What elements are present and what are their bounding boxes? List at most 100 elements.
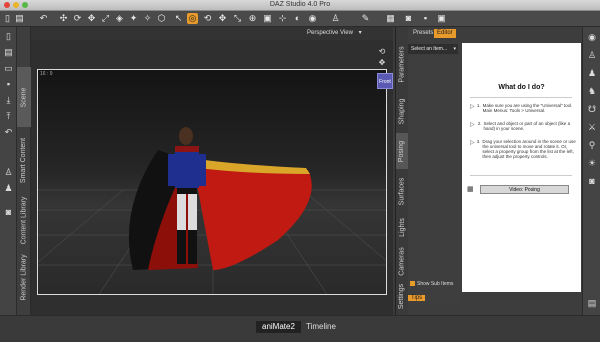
folder-icon[interactable]: ▭ (3, 63, 14, 74)
tab-shaping[interactable]: Shaping (396, 91, 408, 131)
tab-timeline[interactable]: Timeline (300, 321, 342, 333)
pose-icon[interactable]: ♟ (3, 183, 14, 194)
pose-icon[interactable]: ♟ (586, 67, 598, 79)
show-sub-items-checkbox[interactable]: Show Sub Items (410, 281, 453, 287)
tab-smart-content[interactable]: Smart Content (17, 129, 31, 191)
open-icon[interactable]: ▤ (3, 47, 14, 58)
morph-icon[interactable]: ⚲ (586, 139, 598, 151)
select-item-dropdown[interactable]: Select an Item... ▾ (408, 44, 458, 54)
viewport-nav-tools: ⟲ ✥ (377, 47, 391, 69)
property-group-list[interactable] (408, 56, 461, 304)
tips-label: Tips (408, 295, 426, 301)
undo-icon[interactable]: ↶ (38, 13, 49, 24)
zoom-icon[interactable]: ⊕ (247, 13, 258, 24)
help-step: ▷ 1. Make sure you are using the "Univer… (470, 103, 573, 113)
tab-animate2[interactable]: aniMate2 (256, 321, 301, 333)
checkbox-icon (410, 281, 415, 287)
tab-content-library[interactable]: Content Library (17, 193, 31, 247)
select-item-label: Select an Item... (411, 46, 448, 52)
aspect-ratio-label: 16 : 9 (40, 71, 53, 77)
merge-icon[interactable]: ⤓ (3, 95, 14, 106)
rotate-icon[interactable]: ⟳ (72, 13, 83, 24)
tab-parameters[interactable]: Parameters (396, 39, 408, 89)
chevron-down-icon: ▾ (358, 30, 362, 36)
run-icon[interactable]: ♞ (586, 85, 598, 97)
sphere-icon[interactable]: ◉ (586, 31, 598, 43)
render-settings-icon[interactable]: ▣ (436, 13, 447, 24)
left-tab-strip: Scene Smart Content Content Library Rend… (17, 27, 31, 315)
tab-settings[interactable]: Settings (396, 281, 408, 311)
arrow-right-icon: ▷ (470, 122, 475, 128)
divider (470, 175, 572, 176)
pan-icon[interactable]: ✥ (217, 13, 228, 24)
light-icon[interactable]: ☀ (586, 157, 598, 169)
frame-icon[interactable]: ▣ (262, 13, 273, 24)
tab-cameras[interactable]: Cameras (396, 243, 408, 279)
camera-icon[interactable]: ◙ (403, 13, 414, 24)
far-right-column: ◉ ♙ ♟ ♞ ☋ ⚔ ⚲ ☀ ◙ ▤ (582, 27, 600, 315)
sword-icon[interactable]: ⚔ (586, 121, 598, 133)
universal-tool-icon[interactable]: ✣ (58, 13, 69, 24)
active-pose-icon[interactable]: ✦ (128, 13, 139, 24)
translate-icon[interactable]: ✥ (86, 13, 97, 24)
pointer-icon[interactable]: ↖ (173, 13, 184, 24)
view-cube[interactable]: Front (377, 73, 393, 89)
tips-toggle[interactable]: Tips (408, 295, 426, 301)
tab-lights[interactable]: Lights (396, 213, 408, 241)
grid-icon[interactable]: ▦ (385, 13, 396, 24)
tab-surfaces[interactable]: Surfaces (396, 171, 408, 211)
figure-icon[interactable]: ♙ (3, 167, 14, 178)
divider (470, 97, 572, 98)
app-window: DAZ Studio 4.0 Pro ▯ ▤ ↶ ✣ ⟳ ✥ ⤢ ◈ ✦ ✧ ⬡… (0, 0, 600, 342)
arrow-right-icon: ▷ (470, 104, 475, 110)
panel-header: Presets Editor (408, 29, 583, 39)
universal-active-icon[interactable]: ◎ (187, 13, 198, 24)
dolly-icon[interactable]: ⤡ (232, 13, 243, 24)
camera-icon[interactable]: ◙ (3, 207, 14, 218)
aim-icon[interactable]: ⊹ (277, 13, 288, 24)
viewport-area: Perspective View ▾ 16 : 9 Front ⟲ ✥ (31, 27, 393, 315)
figure-icon[interactable]: ♙ (586, 49, 598, 61)
help-step: ▷ 2. Select and object or part of an obj… (470, 121, 571, 131)
tab-presets[interactable]: Presets (410, 29, 436, 38)
surface-icon[interactable]: ◐ (292, 13, 303, 24)
hair-icon[interactable]: ☋ (586, 103, 598, 115)
tab-posing[interactable]: Posing (396, 133, 408, 169)
show-sub-items-label: Show Sub Items (417, 281, 454, 287)
camera-icon[interactable]: ◙ (586, 175, 598, 187)
viewport-header: Perspective View ▾ (31, 27, 393, 40)
new-file-icon[interactable]: ▯ (3, 31, 14, 42)
paint-icon[interactable]: ✎ (360, 13, 371, 24)
orbit-icon[interactable]: ⟲ (377, 47, 387, 56)
figure-icon[interactable]: ♙ (330, 13, 341, 24)
pan-icon[interactable]: ✥ (377, 58, 387, 67)
undo-icon[interactable]: ↶ (3, 127, 14, 138)
spot-render-icon[interactable]: ◉ (307, 13, 318, 24)
render-icon[interactable]: ▪ (420, 13, 431, 24)
help-card: What do I do? ▷ 1. Make sure you are usi… (462, 43, 581, 292)
perspective-view-label: Perspective View (307, 30, 353, 36)
title-bar: DAZ Studio 4.0 Pro (0, 0, 600, 11)
geometry-icon[interactable]: ⬡ (156, 13, 167, 24)
bottom-bar: aniMate2 Timeline (0, 315, 600, 342)
perspective-view-dropdown[interactable]: Perspective View ▾ (299, 29, 387, 38)
3d-viewport[interactable]: 16 : 9 (37, 69, 387, 295)
node-select-icon[interactable]: ◈ (114, 13, 125, 24)
right-tab-strip: Parameters Shaping Posing Surfaces Light… (396, 27, 408, 315)
tab-editor[interactable]: Editor (434, 29, 456, 38)
save-icon[interactable]: ▪ (3, 79, 14, 90)
video-posing-button[interactable]: Video: Posing (480, 185, 569, 194)
chevron-down-icon: ▾ (453, 46, 456, 52)
orbit-icon[interactable]: ⟲ (202, 13, 213, 24)
scale-icon[interactable]: ⤢ (100, 13, 111, 24)
scene-render (38, 127, 386, 294)
joint-editor-icon[interactable]: ✧ (142, 13, 153, 24)
tab-render-library[interactable]: Render Library (17, 249, 31, 305)
new-file-icon[interactable]: ▯ (2, 13, 13, 24)
panel-options-icon[interactable]: ▤ (586, 297, 598, 309)
help-step: ▷ 3. Drag your selection around in the s… (470, 139, 576, 159)
import-icon[interactable]: ⤒ (3, 111, 14, 122)
open-file-icon[interactable]: ▤ (14, 13, 25, 24)
tab-scene[interactable]: Scene (17, 67, 31, 127)
left-icon-column: ▯ ▤ ▭ ▪ ⤓ ⤒ ↶ ♙ ♟ ◙ (0, 27, 17, 315)
